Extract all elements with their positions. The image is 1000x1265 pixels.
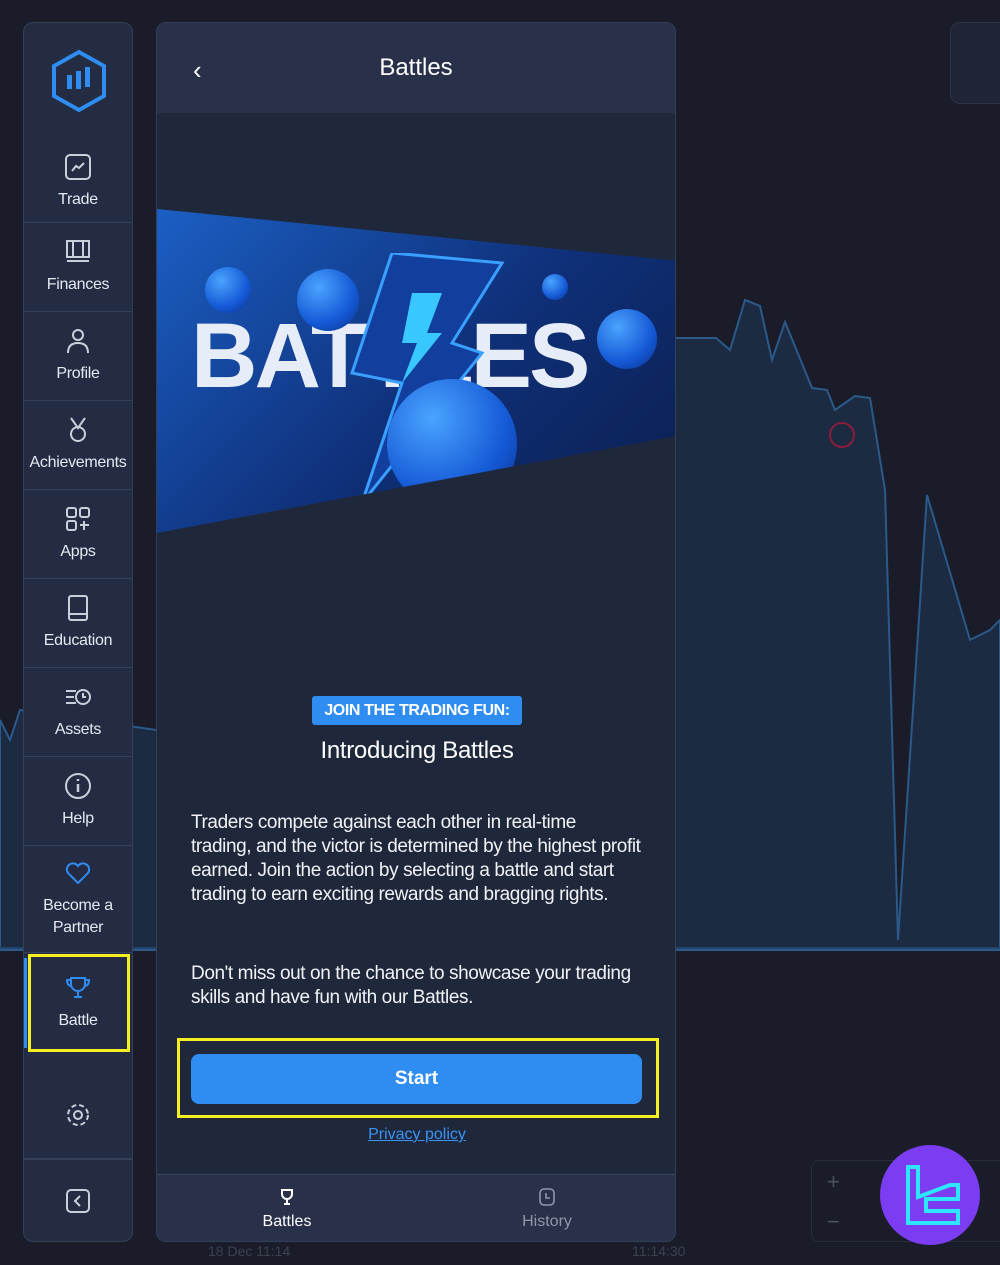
intro-heading: Introducing Battles [320,737,514,764]
tab-battles[interactable]: Battles [157,1175,417,1241]
panel-title: Battles [379,54,453,81]
medal-icon [70,417,86,442]
user-icon [67,329,89,354]
emoji-ball [597,309,657,369]
collapse-sidebar-button[interactable] [24,1159,132,1241]
sidebar-item-label: Achievements [29,454,127,471]
promo-badge: JOIN THE TRADING FUN: [312,696,522,725]
zoom-out-button[interactable]: − [827,1209,840,1235]
emoji-ball [387,379,517,509]
trophy-icon [281,1189,293,1205]
sidebar-item-label: Apps [60,543,96,560]
sidebar-item-finances[interactable]: Finances [24,223,132,312]
sidebar-item-assets[interactable]: Assets [24,668,132,757]
sidebar-item-label: Finances [46,276,110,293]
heart-icon [65,862,91,885]
top-right-button[interactable] [950,22,1000,104]
highlight-box [177,1038,659,1118]
apps-icon [66,507,90,531]
emoji-ball [205,267,251,313]
highlight-box [28,954,130,1052]
sidebar-item-trade[interactable]: Trade [24,141,132,223]
sidebar-item-education[interactable]: Education [24,579,132,668]
logo-icon [52,49,106,113]
sidebar-item-label: Become a Partner [43,897,113,936]
chart-line-icon [65,153,91,180]
settings-button[interactable] [24,1071,132,1159]
sidebar-item-label: Education [43,632,113,649]
sidebar-item-achievements[interactable]: Achievements [24,401,132,490]
brand-logo-icon [906,1165,960,1225]
info-icon [65,773,91,799]
panel-header: ‹ Battles [157,23,675,113]
time-label: 18 Dec 11:14 [208,1243,291,1259]
gear-icon [67,1103,89,1126]
book-icon [68,595,88,621]
back-button[interactable]: ‹ [193,55,202,86]
sidebar-item-label: Trade [58,190,98,208]
sidebar: Trade Finances Profile Achievements Apps… [23,22,133,1242]
tab-label: Battles [262,1213,312,1230]
battles-banner: BATTLES [157,209,675,533]
sidebar-item-apps[interactable]: Apps [24,490,132,579]
description-paragraph: Don't miss out on the chance to showcase… [191,963,631,1008]
sidebar-item-label: Profile [56,365,100,382]
clock-icon [539,1188,555,1206]
brand-watermark [880,1145,980,1245]
sidebar-item-label: Assets [54,721,102,738]
panel-tabs: Battles History [157,1174,675,1241]
tab-label: History [522,1213,572,1230]
description-paragraph: Traders compete against each other in re… [191,812,641,905]
sidebar-item-label: Help [62,810,94,827]
privacy-policy-link[interactable]: Privacy policy [157,1126,675,1144]
emoji-ball [542,274,568,300]
zoom-in-button[interactable]: + [827,1169,840,1195]
emoji-ball [297,269,359,331]
sidebar-item-profile[interactable]: Profile [24,312,132,401]
chevron-left-icon [66,1188,90,1213]
sidebar-item-help[interactable]: Help [24,757,132,846]
time-label: 11:14:30 [632,1243,686,1259]
tab-history[interactable]: History [417,1175,675,1241]
assets-icon [66,689,91,705]
wallet-icon [66,240,90,262]
sidebar-item-become-partner[interactable]: Become a Partner [24,846,132,953]
